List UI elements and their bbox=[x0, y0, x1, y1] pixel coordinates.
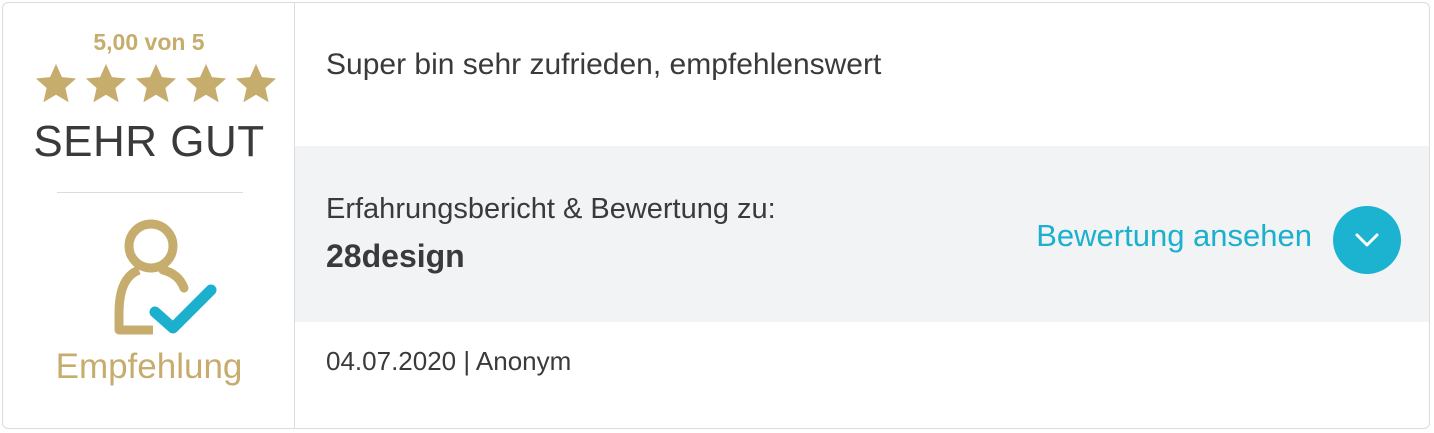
star-icon bbox=[235, 63, 277, 103]
user-check-icon bbox=[114, 219, 217, 335]
rating-score: 5,00 von 5 bbox=[93, 29, 205, 55]
star-icon bbox=[85, 63, 127, 103]
view-review-button[interactable] bbox=[1333, 206, 1401, 274]
star-icon bbox=[35, 63, 77, 103]
review-card: 5,00 von 5 SEHR GUT Empfehlung Super bin… bbox=[2, 2, 1430, 429]
review-reference-band: Erfahrungsbericht & Bewertung zu: 28desi… bbox=[295, 146, 1429, 322]
review-meta: 04.07.2020 | Anonym bbox=[326, 346, 572, 376]
star-icon bbox=[135, 63, 177, 103]
star-rating bbox=[33, 61, 279, 109]
star-icon bbox=[185, 63, 227, 103]
divider bbox=[57, 192, 243, 193]
reference-label: Erfahrungsbericht & Bewertung zu: bbox=[326, 193, 776, 225]
view-review-link[interactable]: Bewertung ansehen bbox=[1036, 218, 1312, 254]
company-name: 28design bbox=[326, 238, 465, 274]
rating-panel: 5,00 von 5 SEHR GUT Empfehlung bbox=[3, 3, 295, 428]
chevron-down-icon bbox=[1355, 233, 1379, 247]
review-comment: Super bin sehr zufrieden, empfehlenswert bbox=[326, 48, 882, 81]
rating-grade: SEHR GUT bbox=[33, 117, 265, 166]
review-content: Super bin sehr zufrieden, empfehlenswert… bbox=[295, 3, 1429, 428]
recommendation-label: Empfehlung bbox=[55, 347, 243, 386]
